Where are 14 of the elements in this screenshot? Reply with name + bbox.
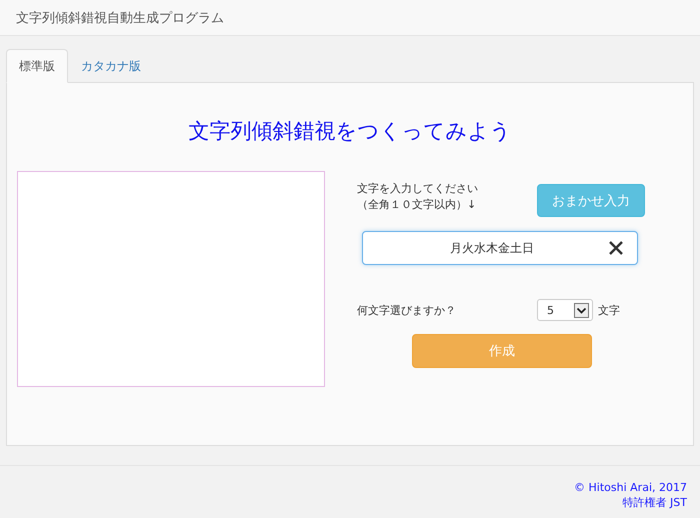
copyright-text: © Hitoshi Arai, 2017 <box>574 480 687 495</box>
count-unit: 文字 <box>598 302 620 318</box>
tab[interactable]: 標準版 <box>6 49 68 83</box>
dropdown-icon <box>574 302 589 318</box>
tab[interactable]: カタカナ版 <box>68 49 154 83</box>
text-input-field[interactable]: 月火水木金土日 <box>362 231 638 265</box>
app-title: 文字列傾斜錯視自動生成プログラム <box>16 10 224 26</box>
count-select[interactable]: 5 <box>537 299 593 321</box>
count-label: 何文字選びますか？ <box>357 302 457 318</box>
clear-icon[interactable] <box>609 241 623 255</box>
patent-text: 特許権者 JST <box>622 495 687 510</box>
page-heading: 文字列傾斜錯視をつくってみよう <box>188 118 512 145</box>
prompt-text: （全角１０文字以内）↓ <box>357 197 478 213</box>
prompt-text: 文字を入力してください <box>357 181 479 197</box>
